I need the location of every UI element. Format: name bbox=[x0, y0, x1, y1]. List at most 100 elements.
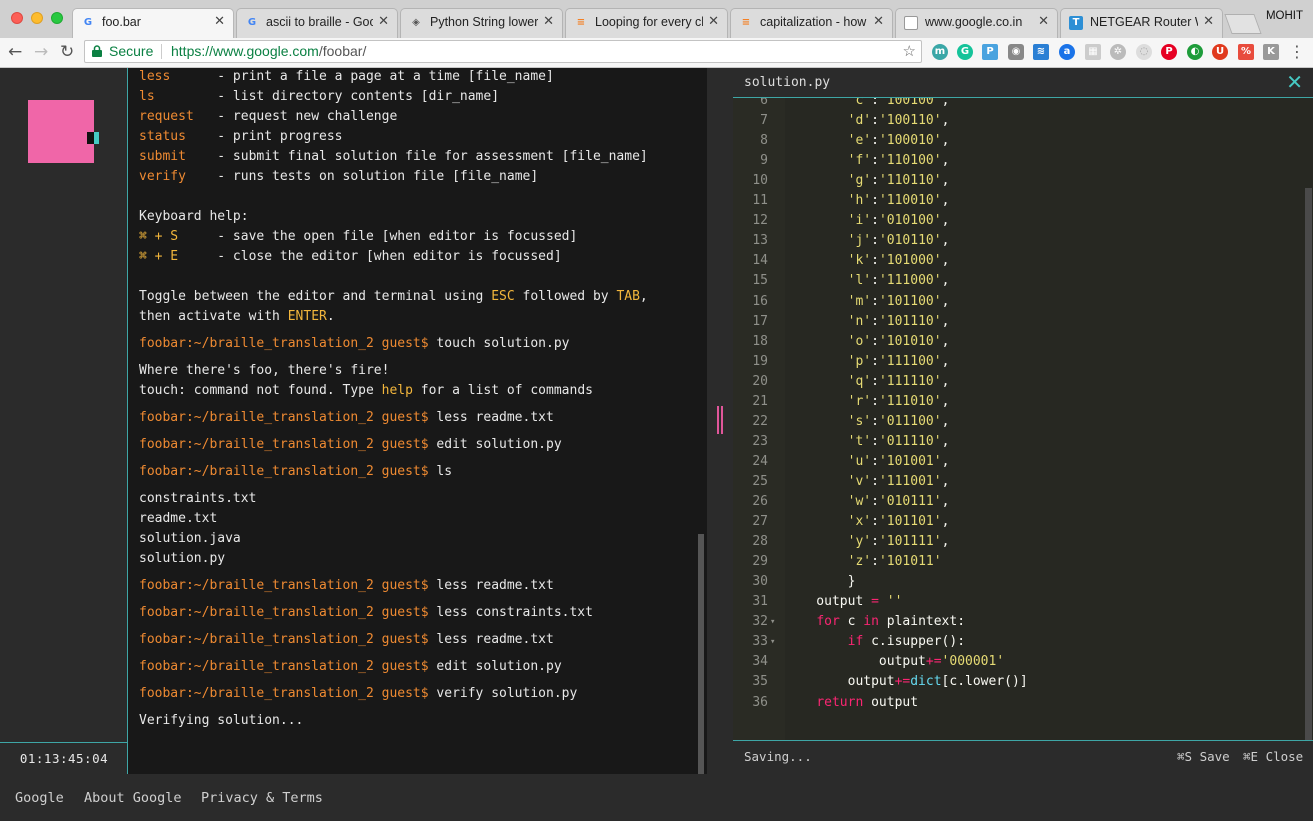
line-number: 11 bbox=[752, 193, 768, 209]
code-token: 'l' bbox=[847, 273, 872, 289]
pdf-extension-icon[interactable]: P bbox=[982, 44, 998, 60]
code-line: 32 ▾ for c in plaintext: bbox=[733, 612, 1293, 632]
line-number: 13 bbox=[752, 233, 768, 249]
back-arrow-icon[interactable]: ← bbox=[8, 42, 22, 62]
fold-arrow-icon[interactable]: ▾ bbox=[770, 632, 775, 652]
line-number: 12 bbox=[752, 213, 768, 229]
forward-arrow-icon[interactable]: → bbox=[34, 42, 48, 62]
ublock-icon[interactable]: U bbox=[1212, 44, 1228, 60]
code-line: 30 } bbox=[733, 572, 1293, 592]
code-token: , bbox=[941, 233, 950, 249]
browser-tab[interactable]: ≡ Looping for every char ✕ bbox=[565, 8, 728, 38]
new-tab-button[interactable] bbox=[1224, 14, 1262, 34]
code-text: 'u':'101001', bbox=[785, 452, 950, 472]
tab-close-icon[interactable]: ✕ bbox=[214, 14, 225, 29]
resize-grip-icon[interactable] bbox=[717, 406, 723, 434]
tab-close-icon[interactable]: ✕ bbox=[543, 14, 554, 29]
footer-link-google[interactable]: Google bbox=[15, 790, 64, 806]
terminal-line: then activate with ENTER. bbox=[139, 307, 335, 327]
browser-tab[interactable]: T NETGEAR Router WGR ✕ bbox=[1060, 8, 1223, 38]
extension-faded-icon[interactable]: ◌ bbox=[1136, 44, 1152, 60]
code-token: plaintext: bbox=[878, 614, 966, 630]
close-shortcut[interactable]: ⌘E Close bbox=[1243, 741, 1303, 773]
code-token: : bbox=[871, 453, 879, 469]
stackoverflow-icon: ≡ bbox=[576, 17, 586, 28]
code-text: if c.isupper(): bbox=[785, 632, 965, 652]
code-token: '011100' bbox=[878, 413, 942, 429]
code-text: 'l':'111000', bbox=[785, 271, 950, 291]
extension-grid-icon[interactable]: ▦ bbox=[1085, 44, 1101, 60]
terminal-line: ⌘ + S - save the open file [when editor … bbox=[139, 227, 577, 247]
line-number: 33 bbox=[752, 634, 768, 650]
line-number: 27 bbox=[752, 514, 768, 530]
code-token: : bbox=[871, 514, 879, 530]
code-editor[interactable]: solution.py ✕ 6 'c':'100100', 7 'd':'1001… bbox=[733, 68, 1313, 774]
terminal-command: foobar:~/braille_translation_2 guest$ bbox=[139, 336, 429, 351]
window-zoom-button[interactable] bbox=[51, 12, 63, 24]
code-area[interactable]: 6 'c':'100100', 7 'd':'100110', 8 'e':'100… bbox=[733, 98, 1313, 774]
layers-icon[interactable]: ≋ bbox=[1033, 44, 1049, 60]
line-number: 10 bbox=[752, 173, 768, 189]
terminal-text: edit solution.py bbox=[428, 437, 562, 452]
code-token: : bbox=[871, 494, 879, 509]
code-token: '010110' bbox=[878, 233, 942, 249]
browser-tab[interactable]: ≡ capitalization - how ca ✕ bbox=[730, 8, 893, 38]
terminal-scrollbar[interactable] bbox=[698, 534, 704, 774]
code-line: 9 'f':'110100', bbox=[733, 151, 1293, 171]
tab-close-icon[interactable]: ✕ bbox=[708, 14, 719, 29]
grammarly-icon[interactable]: G bbox=[957, 44, 973, 60]
code-token: for bbox=[816, 614, 840, 630]
code-line: 17 'n':'101110', bbox=[733, 312, 1293, 332]
browser-menu-icon[interactable]: ⋮ bbox=[1289, 42, 1305, 62]
code-text: 'z':'101011' bbox=[785, 552, 942, 572]
code-text: 'e':'100010', bbox=[785, 131, 950, 151]
close-x-icon[interactable]: ✕ bbox=[1286, 71, 1303, 93]
code-token: '111110' bbox=[878, 373, 942, 389]
code-token: 'i' bbox=[847, 213, 872, 229]
editor-scrollbar[interactable] bbox=[1305, 188, 1312, 744]
save-shortcut[interactable]: ⌘S Save bbox=[1177, 741, 1230, 773]
bookmark-star-icon[interactable]: ☆ bbox=[903, 41, 916, 62]
extension-green-icon[interactable]: ◐ bbox=[1187, 44, 1203, 60]
percent-extension-icon[interactable]: % bbox=[1238, 44, 1254, 60]
address-bar[interactable]: Secure https://www.google.com/foobar/ ☆ bbox=[84, 40, 922, 63]
terminal-line: status - print progress bbox=[139, 127, 343, 147]
line-number: 9 bbox=[760, 153, 768, 169]
profile-name[interactable]: MOHIT bbox=[1266, 10, 1303, 22]
footer-link-about[interactable]: About Google bbox=[84, 790, 182, 806]
code-token: , bbox=[941, 98, 950, 108]
code-text: 'y':'101111', bbox=[785, 532, 950, 552]
extension-a-icon[interactable]: a bbox=[1059, 44, 1075, 60]
window-minimize-button[interactable] bbox=[31, 12, 43, 24]
browser-tab[interactable]: G foo.bar ✕ bbox=[72, 8, 234, 38]
code-token: 'd' bbox=[847, 113, 872, 129]
window-close-button[interactable] bbox=[11, 12, 23, 24]
settings-gear-icon[interactable]: ✲ bbox=[1110, 44, 1126, 60]
tab-close-icon[interactable]: ✕ bbox=[1038, 14, 1049, 29]
tab-close-icon[interactable]: ✕ bbox=[378, 14, 389, 29]
tab-close-icon[interactable]: ✕ bbox=[873, 14, 884, 29]
code-text: 'i':'010100', bbox=[785, 211, 950, 231]
footer-link-privacy[interactable]: Privacy & Terms bbox=[201, 790, 323, 806]
pinterest-icon[interactable]: P bbox=[1161, 44, 1177, 60]
fold-arrow-icon[interactable]: ▾ bbox=[770, 612, 775, 632]
browser-tab[interactable]: ◈ Python String lower() ✕ bbox=[400, 8, 563, 38]
code-token: 'r' bbox=[847, 393, 872, 409]
camera-icon[interactable]: ◉ bbox=[1008, 44, 1024, 60]
extension-m-icon[interactable]: m bbox=[932, 44, 948, 60]
browser-tab[interactable]: www.google.co.in ✕ bbox=[895, 8, 1058, 38]
terminal-text: . bbox=[326, 309, 335, 324]
extension-k-icon[interactable]: K bbox=[1263, 44, 1279, 60]
browser-tab[interactable]: G ascii to braille - Googl ✕ bbox=[236, 8, 398, 38]
reload-icon[interactable]: ↻ bbox=[60, 42, 74, 62]
code-line: 12 'i':'010100', bbox=[733, 211, 1293, 231]
terminal-panel[interactable]: less - print a file a page at a time [fi… bbox=[128, 68, 707, 774]
avatar bbox=[28, 100, 94, 163]
tab-close-icon[interactable]: ✕ bbox=[1203, 14, 1214, 29]
code-line: 20 'q':'111110', bbox=[733, 372, 1293, 392]
terminal-line: foobar:~/braille_translation_2 guest$ le… bbox=[139, 630, 554, 650]
